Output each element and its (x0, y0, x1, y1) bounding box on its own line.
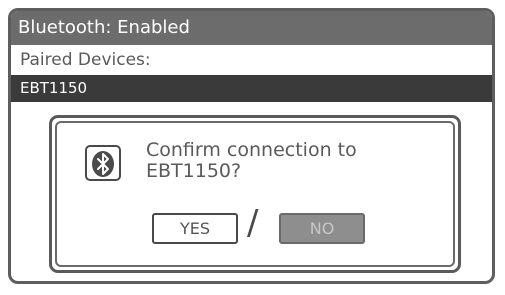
device-list-item[interactable]: EBT1150 (11, 75, 492, 102)
dialog-message-line1: Confirm connection to (146, 139, 357, 161)
button-separator: / (247, 203, 259, 243)
yes-button[interactable]: YES (152, 213, 238, 244)
bluetooth-icon (85, 145, 121, 181)
dialog-message-line2: EBT1150? (146, 160, 242, 182)
bluetooth-glyph (92, 151, 114, 177)
paired-devices-label: Paired Devices: (20, 50, 151, 70)
dialog-message: Confirm connection to EBT1150? (146, 140, 396, 182)
no-button[interactable]: NO (279, 213, 365, 244)
confirm-dialog-frame: Confirm connection to EBT1150? YES / NO (55, 121, 455, 267)
confirm-dialog: Confirm connection to EBT1150? YES / NO (49, 115, 461, 273)
bluetooth-window: Bluetooth: Enabled Paired Devices: EBT11… (8, 8, 495, 284)
window-title: Bluetooth: Enabled (11, 11, 492, 45)
